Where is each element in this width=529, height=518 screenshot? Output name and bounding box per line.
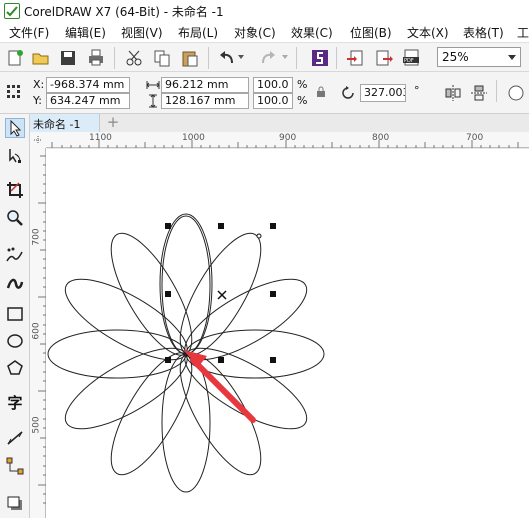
- tab-document-label: 未命名 -1: [33, 118, 81, 131]
- flower-drawing[interactable]: [47, 148, 529, 518]
- toolbar-separator: [336, 47, 337, 69]
- scale-x-field[interactable]: 100.0: [253, 77, 293, 93]
- drawing-canvas[interactable]: [47, 148, 529, 518]
- horizontal-ruler[interactable]: 1100 1000 900 800 700: [46, 132, 529, 148]
- scale-y-field[interactable]: 100.0: [253, 93, 293, 109]
- ruler-tick-label: 500: [31, 416, 42, 434]
- menu-layout[interactable]: 布局(L): [178, 24, 218, 41]
- ellipse-tool-icon[interactable]: [5, 331, 25, 351]
- ruler-tick-label: 700: [31, 228, 42, 246]
- connector-tool-icon[interactable]: [5, 456, 25, 476]
- height-field[interactable]: 128.167 mm: [161, 93, 249, 109]
- rectangle-tool-icon[interactable]: [5, 304, 25, 324]
- app-launcher-icon[interactable]: [310, 48, 330, 68]
- svg-text:PDF: PDF: [404, 58, 414, 64]
- redo-dropdown-icon[interactable]: [282, 55, 288, 59]
- cut-icon[interactable]: [124, 48, 144, 68]
- y-label: Y:: [33, 94, 42, 107]
- zoom-value: 25%: [442, 50, 469, 64]
- menu-object[interactable]: 对象(C): [234, 24, 276, 41]
- window-title: CorelDRAW X7 (64-Bit) - 未命名 -1: [24, 5, 224, 19]
- menu-table[interactable]: 表格(T): [463, 24, 504, 41]
- artistic-media-icon[interactable]: [5, 274, 25, 294]
- paste-icon[interactable]: [180, 48, 200, 68]
- mirror-vertical-icon[interactable]: [470, 84, 488, 102]
- toolbar-separator: [496, 80, 497, 102]
- shape-tool-icon[interactable]: [5, 146, 25, 166]
- pdf-icon[interactable]: PDF: [402, 48, 422, 68]
- toolbar-separator: [114, 47, 115, 69]
- vertical-ruler[interactable]: 700 600 500: [30, 148, 46, 518]
- zoom-tool-icon[interactable]: [5, 208, 25, 228]
- document-tab-bar: 未命名 -1 +: [30, 114, 529, 132]
- copy-icon[interactable]: [152, 48, 172, 68]
- degree-label: °: [414, 84, 420, 97]
- menu-view[interactable]: 视图(V): [121, 24, 163, 41]
- ruler-origin[interactable]: [30, 132, 46, 148]
- coreldraw-logo-icon: [4, 3, 20, 19]
- ruler-tick-label: 700: [466, 133, 484, 143]
- width-icon: [146, 78, 160, 92]
- add-tab-button[interactable]: +: [104, 114, 122, 132]
- crop-tool-icon[interactable]: [5, 180, 25, 200]
- dimension-tool-icon[interactable]: [5, 428, 25, 448]
- text-tool-icon[interactable]: 字: [5, 393, 25, 413]
- ruler-tick-label: 900: [279, 133, 297, 143]
- reference-point-icon[interactable]: [6, 84, 22, 100]
- open-icon[interactable]: [31, 48, 51, 68]
- x-position-field[interactable]: -968.374 mm: [46, 77, 130, 93]
- y-position-field[interactable]: 634.247 mm: [46, 93, 130, 109]
- tab-document[interactable]: 未命名 -1: [30, 114, 100, 132]
- rotation-handle-icon: [256, 233, 262, 239]
- export-icon[interactable]: [374, 48, 394, 68]
- rotation-icon: [340, 85, 356, 101]
- zoom-level-select[interactable]: 25%: [437, 47, 521, 67]
- import-icon[interactable]: [346, 48, 366, 68]
- width-field[interactable]: 96.212 mm: [161, 77, 249, 93]
- new-icon[interactable]: [5, 48, 25, 68]
- menu-file[interactable]: 文件(F): [9, 24, 49, 41]
- center-mark-icon: [217, 290, 227, 300]
- outline-circle-icon[interactable]: [507, 84, 525, 102]
- toolbar-separator: [296, 47, 297, 69]
- menu-effects[interactable]: 效果(C): [291, 24, 333, 41]
- undo-icon[interactable]: [217, 48, 237, 68]
- ruler-tick-label: 600: [31, 322, 42, 340]
- ruler-tick-label: 1100: [89, 133, 112, 143]
- polygon-tool-icon[interactable]: [5, 358, 25, 378]
- height-icon: [146, 94, 160, 108]
- title-bar: CorelDRAW X7 (64-Bit) - 未命名 -1: [0, 0, 529, 22]
- menu-bar: 文件(F) 编辑(E) 视图(V) 布局(L) 对象(C) 效果(C) 位图(B…: [0, 22, 529, 42]
- pick-tool-icon[interactable]: [5, 118, 25, 138]
- ruler-tick-label: 800: [372, 133, 390, 143]
- chevron-down-icon: [508, 55, 516, 60]
- x-label: X:: [33, 78, 45, 91]
- freehand-tool-icon[interactable]: [5, 246, 25, 266]
- menu-edit[interactable]: 编辑(E): [65, 24, 106, 41]
- rotation-field[interactable]: 327.003: [360, 84, 406, 102]
- toolbar-separator: [208, 47, 209, 69]
- menu-tools[interactable]: 工: [517, 24, 529, 41]
- ruler-tick-label: 1000: [182, 133, 205, 143]
- drop-shadow-tool-icon[interactable]: [5, 494, 25, 514]
- menu-bitmap[interactable]: 位图(B): [350, 24, 392, 41]
- undo-dropdown-icon[interactable]: [238, 55, 244, 59]
- print-icon[interactable]: [86, 48, 106, 68]
- lock-ratio-icon[interactable]: [316, 86, 326, 98]
- percent-label: %: [297, 78, 308, 91]
- mirror-horizontal-icon[interactable]: [444, 84, 462, 102]
- save-icon[interactable]: [58, 48, 78, 68]
- redo-icon[interactable]: [258, 48, 278, 68]
- percent-label: %: [297, 94, 308, 107]
- menu-text[interactable]: 文本(X): [407, 24, 449, 41]
